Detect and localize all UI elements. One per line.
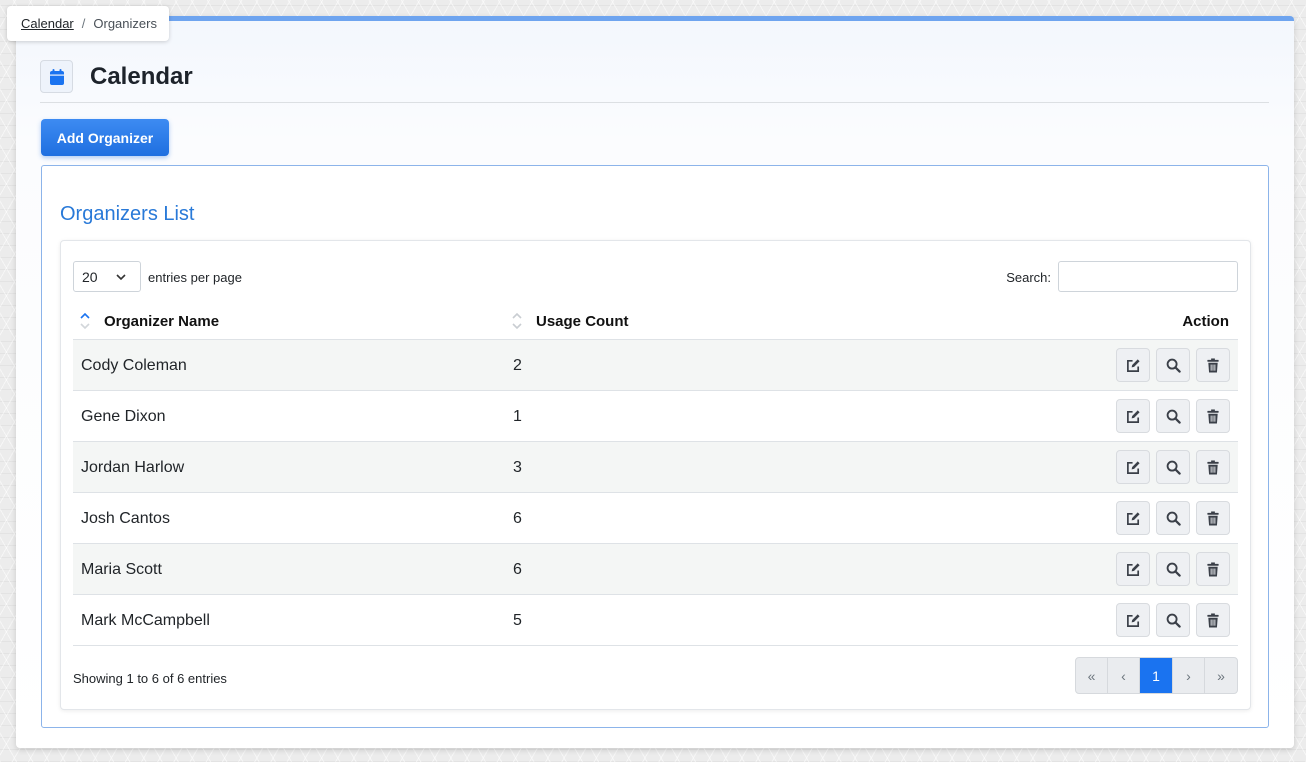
sort-ascending-icon <box>79 311 91 331</box>
column-label: Organizer Name <box>104 312 220 330</box>
entries-per-page-value: 20 <box>82 268 98 285</box>
delete-button[interactable] <box>1196 501 1230 535</box>
breadcrumb: Calendar / Organizers <box>7 6 169 41</box>
usage-count-cell: 3 <box>513 459 522 476</box>
edit-button[interactable] <box>1116 501 1150 535</box>
column-header-organizer-name[interactable]: Organizer Name <box>79 302 219 340</box>
table-row: Jordan Harlow 3 <box>73 442 1238 493</box>
edit-button[interactable] <box>1116 399 1150 433</box>
column-label: Usage Count <box>536 312 629 330</box>
organizer-name-cell: Jordan Harlow <box>81 459 185 476</box>
table-row: Mark McCampbell 5 <box>73 595 1238 646</box>
edit-button[interactable] <box>1116 348 1150 382</box>
usage-count-cell: 6 <box>513 561 522 578</box>
delete-button[interactable] <box>1196 552 1230 586</box>
search-icon <box>1166 358 1181 373</box>
sort-icon <box>511 311 523 331</box>
breadcrumb-separator: / <box>81 16 86 31</box>
search-input[interactable] <box>1058 261 1238 292</box>
table-row: Cody Coleman 2 <box>73 340 1238 391</box>
table-header: Organizer Name Usage Count Action <box>73 302 1238 340</box>
entries-per-page-select[interactable]: 20 <box>73 261 141 292</box>
first-page-button[interactable]: « <box>1076 658 1108 693</box>
delete-button[interactable] <box>1196 450 1230 484</box>
organizer-name-cell: Maria Scott <box>81 561 162 578</box>
delete-button[interactable] <box>1196 399 1230 433</box>
edit-button[interactable] <box>1116 450 1150 484</box>
edit-icon <box>1126 460 1140 474</box>
breadcrumb-current: Organizers <box>93 16 157 31</box>
view-button[interactable] <box>1156 552 1190 586</box>
usage-count-cell: 5 <box>513 612 522 629</box>
row-actions <box>1116 501 1230 535</box>
view-button[interactable] <box>1156 399 1190 433</box>
view-button[interactable] <box>1156 603 1190 637</box>
next-page-button[interactable]: › <box>1173 658 1205 693</box>
row-actions <box>1116 450 1230 484</box>
main-panel: Calendar Add Organizer Organizers List 2… <box>16 16 1294 748</box>
page-header: Calendar <box>40 57 1269 103</box>
organizer-name-cell: Gene Dixon <box>81 408 166 425</box>
search-icon <box>1166 460 1181 475</box>
search-label: Search: <box>1006 270 1051 285</box>
row-actions <box>1116 603 1230 637</box>
view-button[interactable] <box>1156 450 1190 484</box>
trash-icon <box>1207 561 1219 577</box>
organizers-list-card: Organizers List 20 entries per page Sear… <box>41 165 1269 728</box>
organizer-name-cell: Cody Coleman <box>81 357 187 374</box>
trash-icon <box>1207 408 1219 424</box>
search-icon <box>1166 511 1181 526</box>
delete-button[interactable] <box>1196 603 1230 637</box>
edit-icon <box>1126 358 1140 372</box>
organizer-name-cell: Mark McCampbell <box>81 612 210 629</box>
entries-per-page-label: entries per page <box>148 270 242 285</box>
trash-icon <box>1207 612 1219 628</box>
search-icon <box>1166 409 1181 424</box>
page-1-button[interactable]: 1 <box>1140 658 1173 693</box>
chevron-down-icon <box>115 270 127 286</box>
previous-page-button[interactable]: ‹ <box>1108 658 1140 693</box>
edit-button[interactable] <box>1116 552 1150 586</box>
edit-icon <box>1126 511 1140 525</box>
calendar-icon <box>40 60 73 93</box>
edit-icon <box>1126 409 1140 423</box>
table-row: Josh Cantos 6 <box>73 493 1238 544</box>
trash-icon <box>1207 459 1219 475</box>
row-actions <box>1116 348 1230 382</box>
view-button[interactable] <box>1156 348 1190 382</box>
edit-icon <box>1126 562 1140 576</box>
table-row: Gene Dixon 1 <box>73 391 1238 442</box>
add-organizer-button[interactable]: Add Organizer <box>41 119 169 156</box>
table-info: Showing 1 to 6 of 6 entries <box>73 671 227 686</box>
page-title: Calendar <box>90 63 193 90</box>
search-icon <box>1166 613 1181 628</box>
last-page-button[interactable]: » <box>1205 658 1237 693</box>
table-row: Maria Scott 6 <box>73 544 1238 595</box>
column-header-action: Action <box>1182 312 1229 330</box>
trash-icon <box>1207 510 1219 526</box>
table-container: 20 entries per page Search: Organizer Na… <box>60 240 1251 710</box>
usage-count-cell: 2 <box>513 357 522 374</box>
table-body: Cody Coleman 2 Gene Dixon 1 Jordan Harlo… <box>73 340 1238 646</box>
edit-icon <box>1126 613 1140 627</box>
delete-button[interactable] <box>1196 348 1230 382</box>
row-actions <box>1116 399 1230 433</box>
search-icon <box>1166 562 1181 577</box>
view-button[interactable] <box>1156 501 1190 535</box>
row-actions <box>1116 552 1230 586</box>
organizer-name-cell: Josh Cantos <box>81 510 170 527</box>
usage-count-cell: 6 <box>513 510 522 527</box>
trash-icon <box>1207 357 1219 373</box>
column-header-usage-count[interactable]: Usage Count <box>511 302 629 340</box>
pagination: « ‹ 1 › » <box>1075 657 1238 694</box>
breadcrumb-calendar-link[interactable]: Calendar <box>21 16 74 31</box>
edit-button[interactable] <box>1116 603 1150 637</box>
list-title: Organizers List <box>60 203 195 225</box>
usage-count-cell: 1 <box>513 408 522 425</box>
